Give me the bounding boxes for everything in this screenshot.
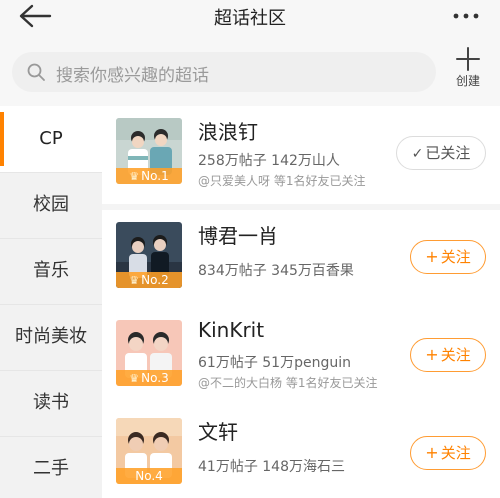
friends-followed: @不二的大白杨 等1名好友已关注 (198, 376, 378, 390)
topic-list: ♛ No.1 浪浪钉 258万帖子 142万山人 @只爱美人呀 等1名好友已关注 … (102, 106, 500, 498)
category-sidebar: CP 校园 音乐 时尚美妆 读书 二手 (0, 106, 102, 498)
topic-stats: 61万帖子 51万penguin (198, 355, 351, 371)
plus-icon: + (425, 345, 439, 364)
topic-stats: 834万帖子 345万百香果 (198, 263, 354, 279)
topic-name: 浪浪钉 (198, 120, 258, 144)
sidebar-item-campus[interactable]: 校园 (0, 172, 102, 238)
search-placeholder: 搜索你感兴趣的超话 (56, 66, 209, 86)
plus-icon: + (425, 443, 439, 462)
top-bar: 超话社区 (0, 0, 500, 36)
search-bar: 搜索你感兴趣的超话 创建 (0, 36, 500, 106)
friends-followed: @只爱美人呀 等1名好友已关注 (198, 174, 366, 188)
rank-badge: ♛ No.2 (116, 272, 182, 288)
topic-thumbnail: ♛ No.3 (116, 320, 182, 386)
sidebar-item-cp[interactable]: CP (0, 106, 102, 172)
create-label: 创建 (455, 74, 480, 88)
search-input[interactable]: 搜索你感兴趣的超话 (12, 52, 436, 92)
topic-name: 文轩 (198, 420, 238, 444)
list-item[interactable]: ♛ No.3 KinKrit 61万帖子 51万penguin @不二的大白杨 等… (102, 308, 500, 406)
list-item[interactable]: ♛ No.1 浪浪钉 258万帖子 142万山人 @只爱美人呀 等1名好友已关注 … (102, 106, 500, 204)
rank-badge: ♛ No.3 (116, 370, 182, 386)
sidebar-item-books[interactable]: 读书 (0, 370, 102, 436)
topic-thumbnail: ♛ No.1 (116, 118, 182, 184)
follow-button[interactable]: + 关注 (410, 338, 486, 372)
topic-thumbnail: No.4 (116, 418, 182, 484)
sidebar-item-fashion[interactable]: 时尚美妆 (0, 304, 102, 370)
plus-icon: + (425, 247, 439, 266)
topic-name: 博君一肖 (198, 224, 278, 248)
rank-badge: ♛ No.1 (116, 168, 182, 184)
topic-thumbnail: ♛ No.2 (116, 222, 182, 288)
list-item[interactable]: ♛ No.2 博君一肖 834万帖子 345万百香果 + 关注 (102, 210, 500, 308)
followed-button[interactable]: ✓ 已关注 (396, 136, 486, 170)
topic-stats: 258万帖子 142万山人 (198, 153, 340, 169)
plus-icon (456, 47, 480, 71)
create-button[interactable]: 创建 (446, 46, 490, 96)
follow-button[interactable]: + 关注 (410, 436, 486, 470)
follow-button[interactable]: + 关注 (410, 240, 486, 274)
topic-stats: 41万帖子 148万海石三 (198, 459, 345, 475)
sidebar-item-music[interactable]: 音乐 (0, 238, 102, 304)
sidebar-item-secondhand[interactable]: 二手 (0, 436, 102, 498)
rank-badge: No.4 (116, 468, 182, 484)
check-icon: ✓ (411, 146, 424, 162)
more-dots-icon[interactable] (446, 6, 486, 26)
search-icon (27, 63, 45, 81)
page-title: 超话社区 (214, 8, 286, 29)
topic-name: KinKrit (198, 318, 265, 342)
list-item[interactable]: No.4 文轩 41万帖子 148万海石三 + 关注 (102, 406, 500, 498)
